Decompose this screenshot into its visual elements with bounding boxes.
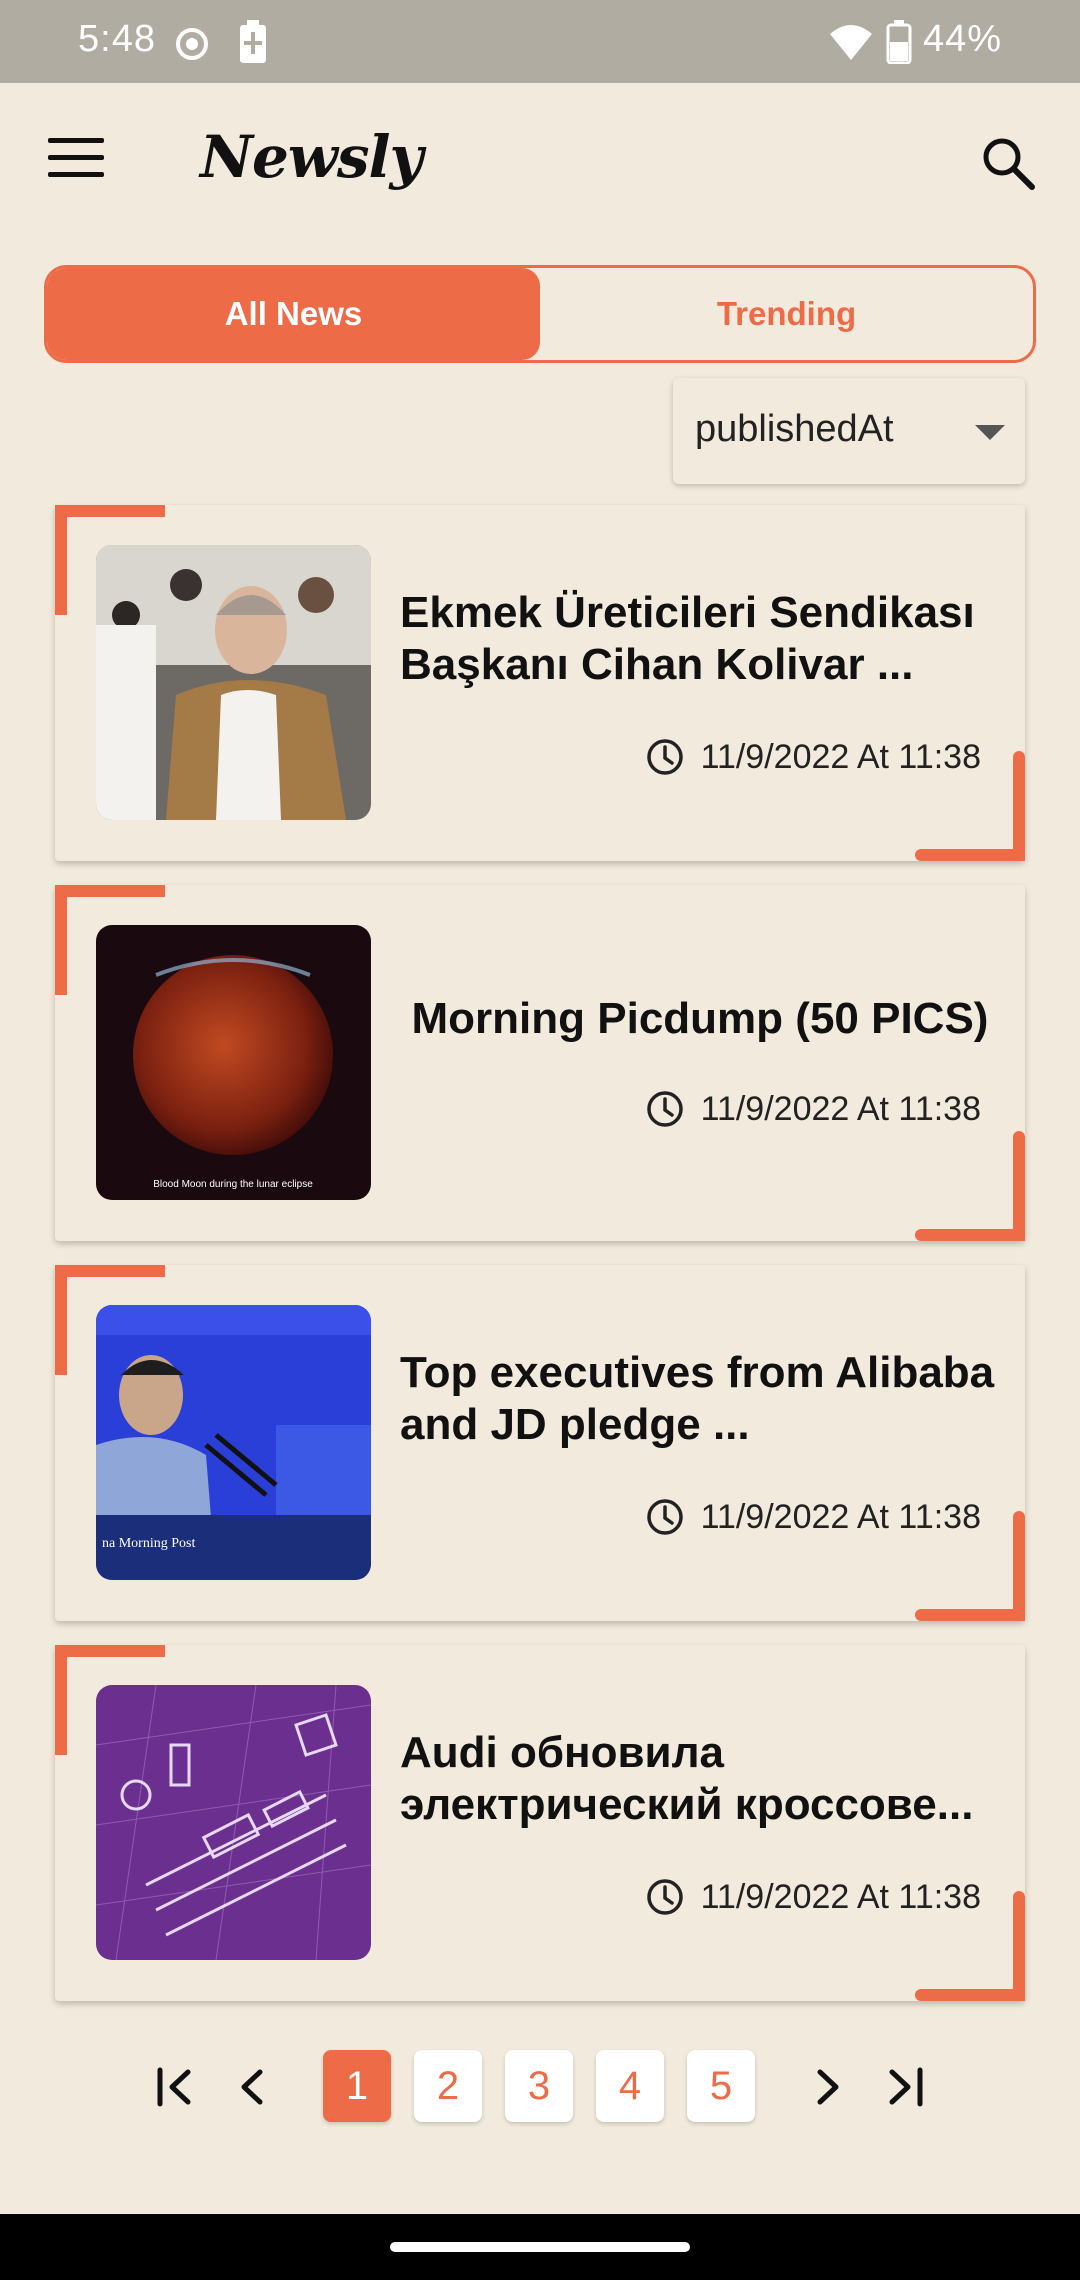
news-card[interactable]: na Morning Post Top executives from Alib… <box>55 1265 1025 1621</box>
clock-icon <box>646 1091 683 1127</box>
card-corner-accent <box>1013 1891 1025 2001</box>
card-corner-accent <box>915 1989 1025 2001</box>
news-time-text: 11/9/2022 At 11:38 <box>700 1089 981 1128</box>
news-title: Ekmek Üreticileri Sendikası Başkanı Ciha… <box>400 588 975 689</box>
image-caption: Blood Moon during the lunar eclipse <box>153 1179 313 1190</box>
news-thumbnail-image <box>96 1685 371 1960</box>
news-thumbnail-image: na Morning Post <box>96 1305 371 1580</box>
page-button-5[interactable]: 5 <box>687 2050 755 2122</box>
clock-icon <box>646 1499 683 1535</box>
card-corner-accent <box>55 885 67 995</box>
battery-charging-icon <box>240 20 266 63</box>
status-time: 5:48 <box>78 18 156 60</box>
hamburger-menu-icon[interactable] <box>48 138 104 182</box>
news-timestamp: 11/9/2022 At 11:38 <box>645 1497 981 1537</box>
status-bar: 5:48 44% <box>0 0 1080 83</box>
card-corner-accent <box>1013 751 1025 861</box>
news-title: Audi обновила электрический кроссове... <box>400 1728 974 1829</box>
card-corner-accent <box>1013 1511 1025 1621</box>
app-logo: Newsly <box>200 123 423 191</box>
news-title: Morning Picdump (50 PICS) <box>411 994 989 1043</box>
tab-all-news[interactable]: All News <box>47 268 540 360</box>
news-timestamp: 11/9/2022 At 11:38 <box>645 737 981 777</box>
news-card[interactable]: Blood Moon during the lunar eclipse Morn… <box>55 885 1025 1241</box>
app-bar: Newsly <box>0 83 1080 233</box>
news-time-text: 11/9/2022 At 11:38 <box>700 1497 981 1536</box>
news-tabs: All News Trending <box>44 265 1036 363</box>
card-corner-accent <box>55 1265 165 1277</box>
tab-trending[interactable]: Trending <box>540 268 1033 360</box>
system-navigation-bar <box>0 2214 1080 2280</box>
sort-dropdown[interactable]: publishedAt <box>673 378 1025 484</box>
page-button-1[interactable]: 1 <box>323 2050 391 2122</box>
search-icon[interactable] <box>978 133 1038 193</box>
card-corner-accent <box>55 1645 165 1657</box>
previous-page-icon[interactable] <box>228 2064 278 2110</box>
card-corner-accent <box>915 1609 1025 1621</box>
clock-icon <box>646 1879 683 1915</box>
card-corner-accent <box>55 885 165 897</box>
dropdown-caret-icon <box>975 425 1005 440</box>
card-corner-accent <box>55 1645 67 1755</box>
image-caption: na Morning Post <box>102 1536 195 1551</box>
news-timestamp: 11/9/2022 At 11:38 <box>645 1877 981 1917</box>
page-button-4[interactable]: 4 <box>596 2050 664 2122</box>
first-page-icon[interactable] <box>150 2064 200 2110</box>
news-thumbnail-image <box>96 545 371 820</box>
battery-icon <box>886 20 912 64</box>
page-button-3[interactable]: 3 <box>505 2050 573 2122</box>
last-page-icon[interactable] <box>880 2064 930 2110</box>
card-corner-accent <box>1013 1131 1025 1241</box>
record-icon <box>176 28 208 60</box>
card-corner-accent <box>915 849 1025 861</box>
news-title: Top executives from Alibaba and JD pledg… <box>400 1348 995 1449</box>
wifi-icon <box>830 25 872 60</box>
pagination: 1 2 3 4 5 <box>0 2050 1080 2124</box>
page-button-2[interactable]: 2 <box>414 2050 482 2122</box>
battery-percent: 44% <box>922 18 1002 60</box>
news-card[interactable]: Ekmek Üreticileri Sendikası Başkanı Ciha… <box>55 505 1025 861</box>
sort-selected-value: publishedAt <box>695 408 894 450</box>
clock-icon <box>646 739 683 775</box>
news-time-text: 11/9/2022 At 11:38 <box>700 737 981 776</box>
next-page-icon[interactable] <box>802 2064 852 2110</box>
news-timestamp: 11/9/2022 At 11:38 <box>645 1089 981 1129</box>
news-time-text: 11/9/2022 At 11:38 <box>700 1877 981 1916</box>
card-corner-accent <box>55 505 165 517</box>
card-corner-accent <box>55 505 67 615</box>
news-card[interactable]: Audi обновила электрический кроссове... … <box>55 1645 1025 2001</box>
card-corner-accent <box>55 1265 67 1375</box>
card-corner-accent <box>915 1229 1025 1241</box>
home-gesture-handle[interactable] <box>390 2242 690 2252</box>
news-thumbnail-image: Blood Moon during the lunar eclipse <box>96 925 371 1200</box>
